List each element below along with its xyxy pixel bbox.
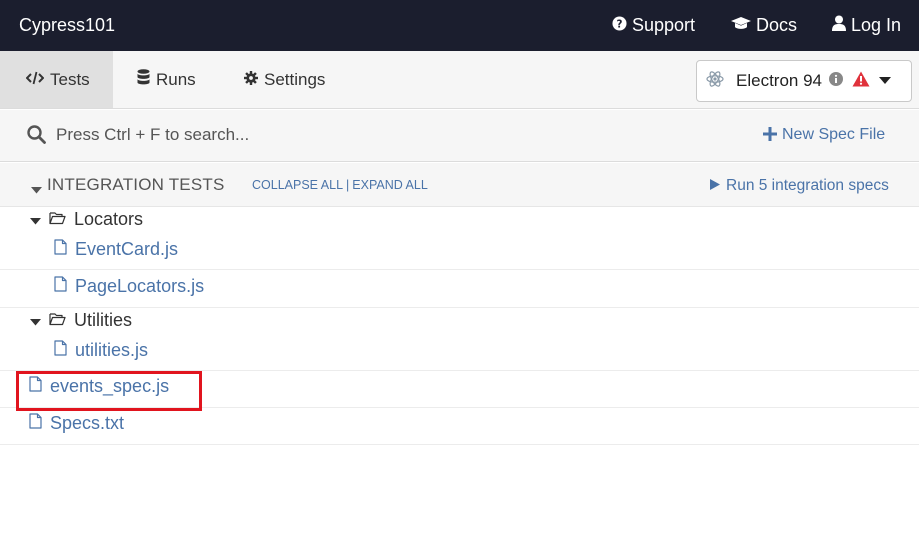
collapse-all-link[interactable]: COLLAPSE ALL	[252, 178, 343, 192]
graduation-cap-icon	[731, 15, 756, 36]
spec-row-utilities[interactable]: utilities.js	[0, 339, 919, 371]
folder-name: Utilities	[74, 310, 133, 330]
electron-icon	[706, 70, 724, 93]
file-icon	[54, 276, 75, 297]
link-separator: |	[346, 178, 350, 192]
expand-all-link[interactable]: EXPAND ALL	[352, 178, 428, 192]
login-link[interactable]: Log In	[832, 15, 901, 36]
top-navbar: Cypress101 ? Support Docs Log In	[0, 0, 919, 51]
user-icon	[832, 15, 851, 36]
collapse-expand-links: COLLAPSE ALL | EXPAND ALL	[252, 178, 428, 192]
spec-file-name: utilities.js	[75, 340, 149, 360]
browser-label: Electron 94	[736, 71, 822, 90]
tab-runs-label: Runs	[156, 69, 196, 89]
support-label: Support	[632, 15, 696, 35]
spec-file-name: Specs.txt	[50, 413, 125, 433]
integration-tests-header: INTEGRATION TESTS COLLAPSE ALL | EXPAND AL…	[0, 163, 919, 207]
integration-tests-title[interactable]: INTEGRATION TESTS	[47, 175, 225, 195]
file-icon	[54, 239, 75, 260]
browser-dropdown[interactable]: Electron 94	[696, 60, 912, 102]
new-spec-file-button[interactable]: New Spec File	[763, 126, 885, 144]
search-input[interactable]	[56, 122, 616, 148]
login-label: Log In	[851, 15, 902, 35]
spec-row-pagelocators[interactable]: PageLocators.js	[0, 270, 919, 308]
spec-row-specs-txt[interactable]: Specs.txt	[0, 408, 919, 445]
folder-row-utilities[interactable]: Utilities	[0, 308, 919, 339]
docs-label: Docs	[756, 15, 798, 35]
highlight-annotation-box	[16, 371, 202, 411]
folder-open-icon	[49, 209, 74, 230]
support-link[interactable]: ? Support	[612, 15, 695, 36]
svg-text:?: ?	[617, 18, 623, 30]
tab-settings[interactable]: Settings	[244, 51, 325, 108]
folder-row-locators[interactable]: Locators	[0, 207, 919, 238]
cypress-app-window: Cypress101 ? Support Docs Log In Tests R…	[0, 0, 919, 542]
caret-down-icon	[879, 72, 891, 90]
new-spec-file-label: New Spec File	[782, 126, 886, 143]
info-icon	[829, 71, 843, 91]
search-bar: New Spec File	[0, 110, 919, 162]
code-icon	[25, 70, 50, 90]
plus-icon	[763, 127, 777, 143]
caret-down-icon	[30, 310, 49, 331]
caret-down-icon[interactable]	[31, 181, 42, 199]
docs-link[interactable]: Docs	[731, 15, 797, 36]
folder-name: Locators	[74, 209, 144, 229]
warning-icon	[852, 71, 870, 92]
tab-tests[interactable]: Tests	[0, 51, 113, 108]
tabs-bar: Tests Runs Settings Electron 94	[0, 51, 919, 109]
search-icon	[27, 125, 46, 149]
spec-row-eventcard[interactable]: EventCard.js	[0, 238, 919, 270]
tab-settings-label: Settings	[264, 69, 326, 89]
spec-file-name: EventCard.js	[75, 239, 179, 259]
file-icon	[29, 413, 50, 434]
app-title: Cypress101	[19, 15, 116, 35]
gear-icon	[244, 70, 264, 90]
tab-runs[interactable]: Runs	[137, 51, 196, 108]
database-icon	[137, 69, 156, 90]
tab-tests-label: Tests	[50, 69, 90, 89]
caret-down-icon	[30, 209, 49, 230]
file-icon	[54, 340, 75, 361]
run-integration-specs-label: Run 5 integration specs	[726, 177, 889, 194]
folder-open-icon	[49, 310, 74, 331]
question-circle-icon: ?	[612, 15, 632, 36]
run-integration-specs-button[interactable]: Run 5 integration specs	[710, 177, 889, 195]
spec-file-name: PageLocators.js	[75, 276, 205, 296]
play-icon	[710, 177, 726, 195]
